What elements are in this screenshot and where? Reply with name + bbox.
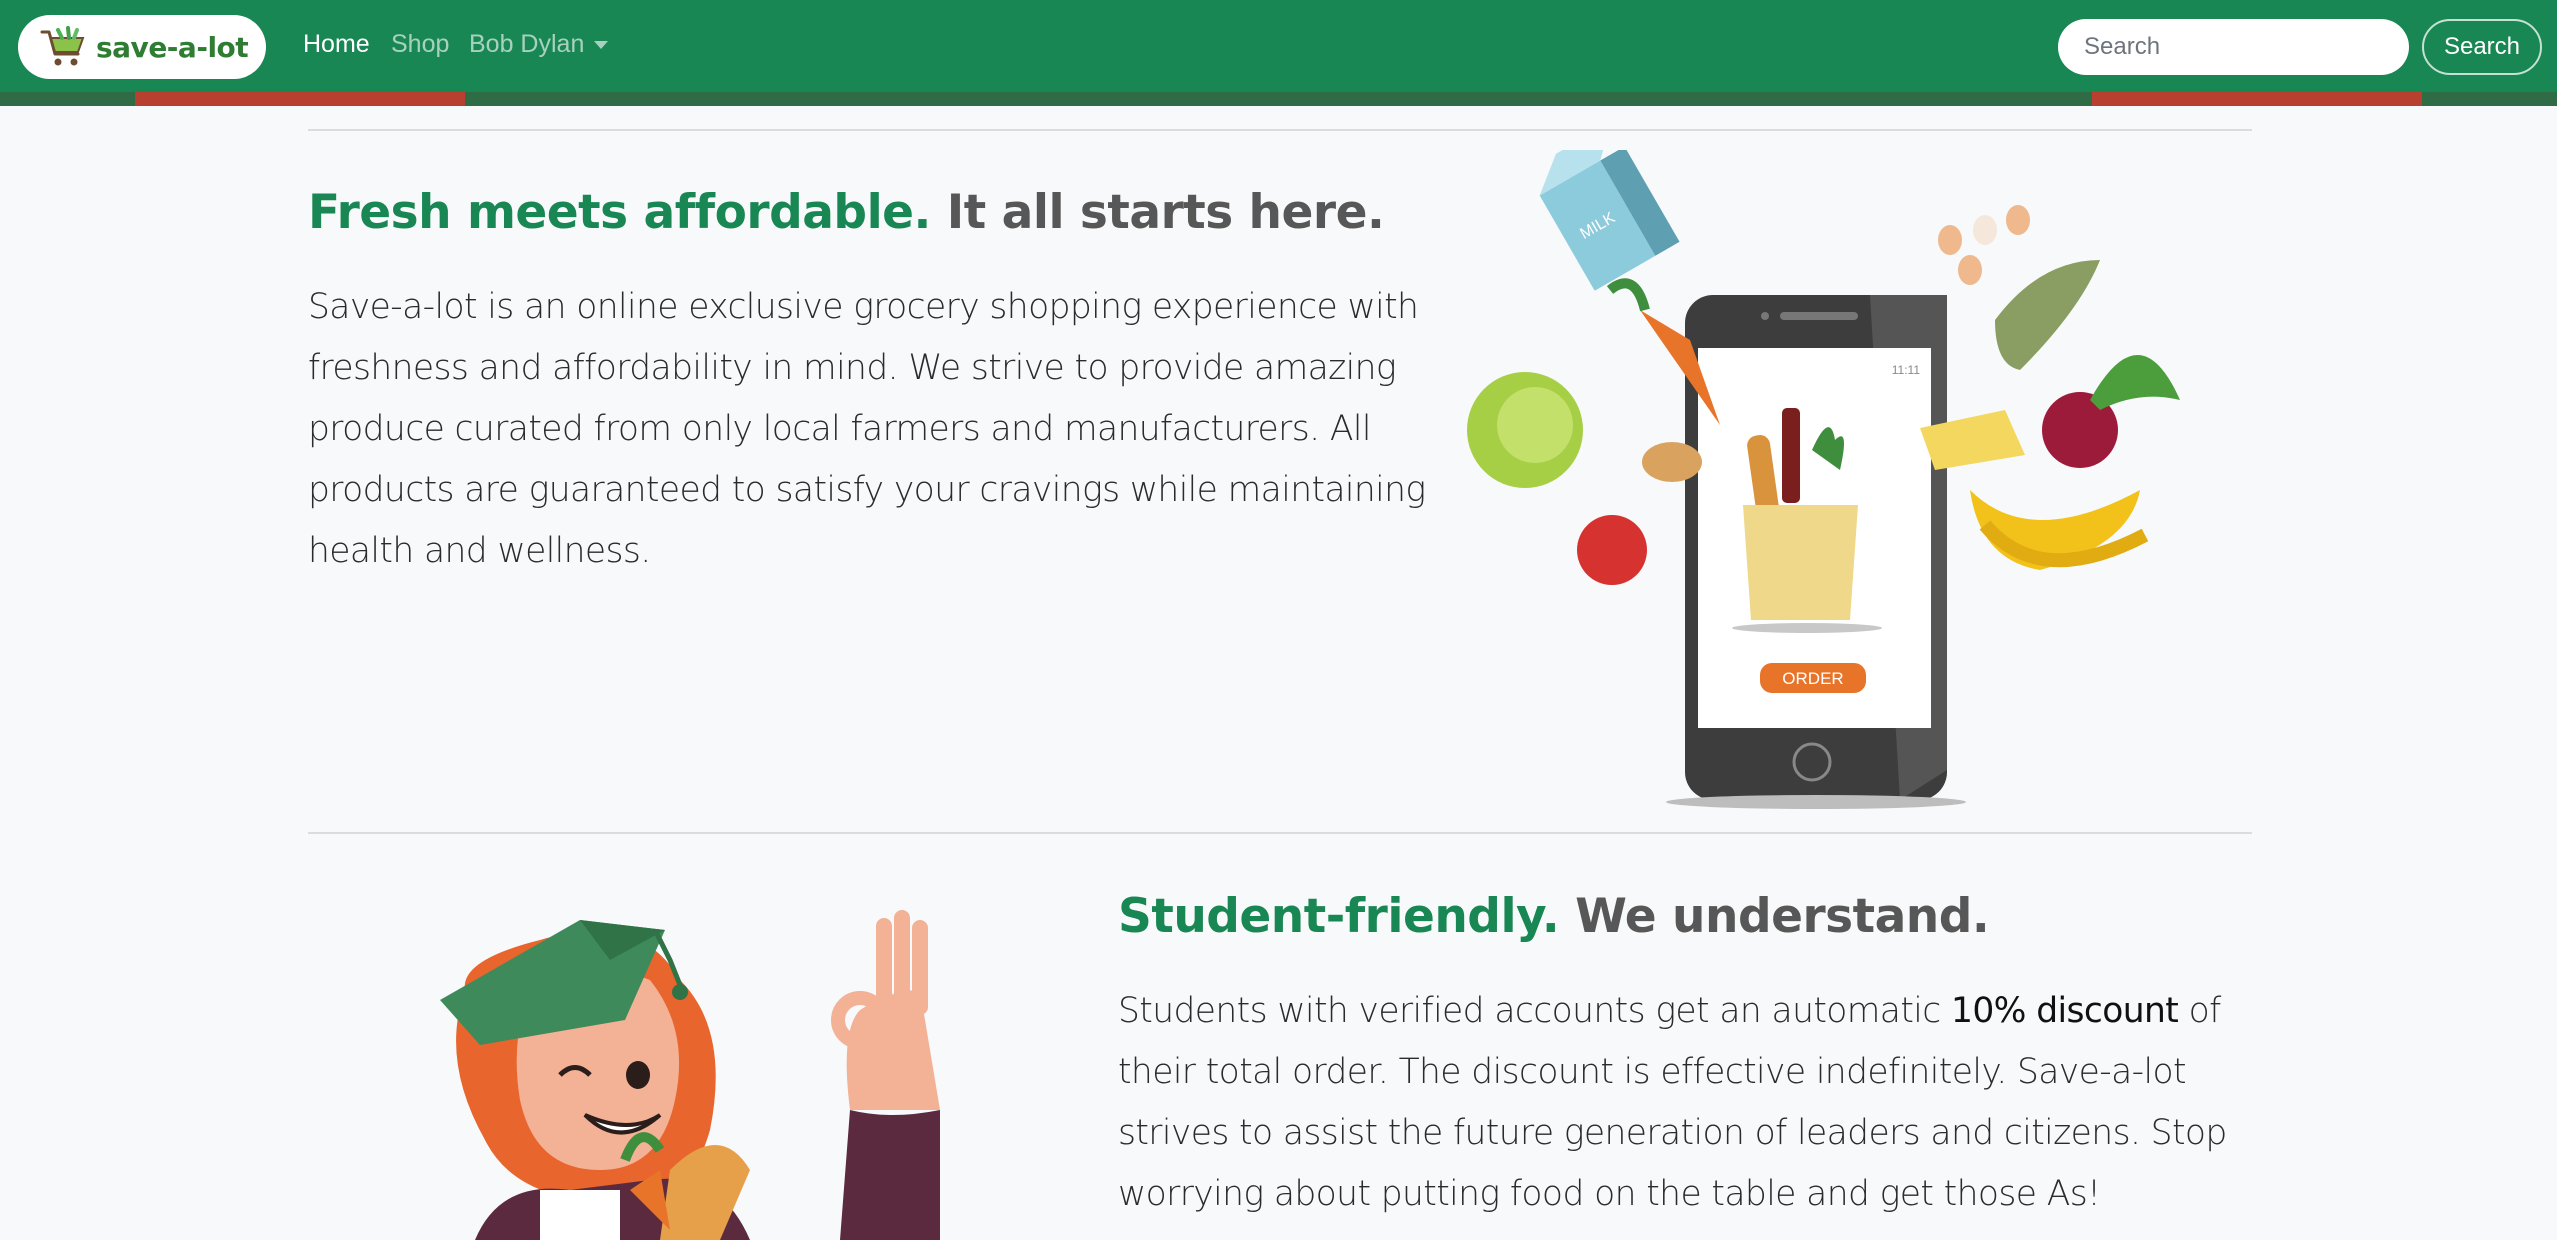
divider	[308, 129, 2252, 131]
search-input[interactable]	[2058, 19, 2409, 75]
student-illustration	[440, 910, 940, 1240]
nav-user-dropdown[interactable]: Bob Dylan	[469, 30, 609, 59]
feature-text-student: Students with verified accounts get an a…	[1118, 991, 2227, 1214]
nav-home[interactable]: Home	[303, 30, 370, 59]
brand-name: save-a-lot	[96, 30, 249, 64]
chevron-down-icon	[594, 41, 609, 50]
search-button[interactable]: Search	[2422, 19, 2542, 75]
nav-shop[interactable]: Shop	[391, 30, 449, 59]
discount-highlight: 10% discount	[1950, 991, 2179, 1031]
feature-heading-fresh: Fresh meets affordable. It all starts he…	[308, 185, 1385, 240]
navbar: save-a-lot Home Shop Bob Dylan Search	[0, 0, 2557, 96]
user-name: Bob Dylan	[469, 30, 585, 58]
hero-image-edge	[0, 92, 2557, 106]
order-label: ORDER	[1782, 669, 1843, 688]
shopping-cart-icon	[40, 26, 85, 66]
brand-logo[interactable]: save-a-lot	[18, 15, 266, 79]
phone-status-time: 11:11	[1892, 363, 1921, 377]
divider	[308, 832, 2252, 834]
grocery-phone-illustration: MILK 11:11 ORDER	[1467, 150, 2180, 809]
feature-text-fresh: Save-a-lot is an online exclusive grocer…	[308, 287, 1426, 571]
feature-heading-student: Student-friendly. We understand.	[1118, 889, 1990, 944]
